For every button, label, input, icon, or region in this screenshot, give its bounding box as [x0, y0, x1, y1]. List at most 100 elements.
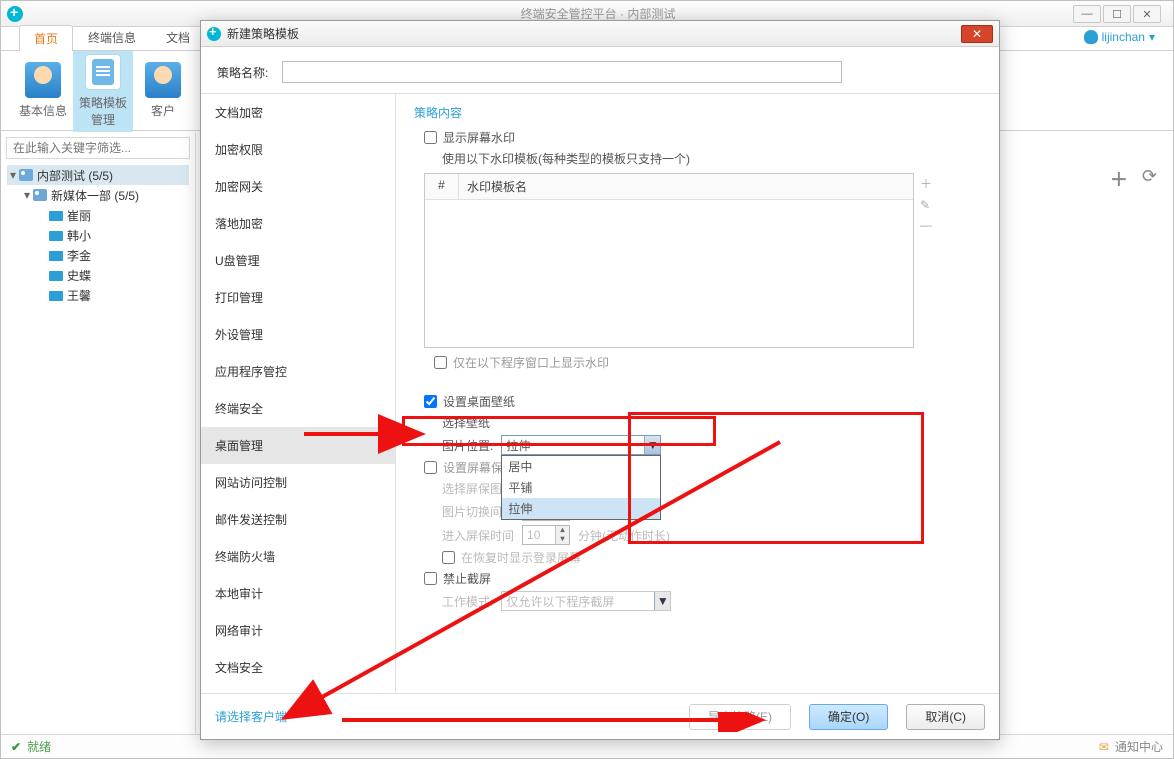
image-position-option[interactable]: 拉伸	[502, 498, 660, 519]
user-menu[interactable]: lijinchan ▾	[1084, 30, 1155, 44]
collapse-icon[interactable]: ▾	[21, 188, 33, 202]
tree-leaf-label: 崔丽	[67, 207, 91, 224]
tree-leaf[interactable]: 王馨	[7, 285, 189, 305]
category-item[interactable]: 应用程序管控	[201, 353, 395, 390]
tree-leaf-label: 李金	[67, 247, 91, 264]
refresh-icon[interactable]: ⟳	[1142, 166, 1157, 192]
cancel-button[interactable]: 取消(C)	[906, 704, 985, 730]
show-login-checkbox[interactable]	[442, 551, 455, 564]
image-position-select[interactable]: 拉伸 ▼ 居中 平铺 拉伸	[501, 435, 661, 455]
wm-col-num: #	[425, 174, 459, 199]
pc-icon	[49, 291, 63, 301]
image-position-option[interactable]: 居中	[502, 456, 660, 477]
category-item[interactable]: 落地加密	[201, 205, 395, 242]
category-item[interactable]: 审批流程	[201, 686, 395, 693]
group-icon	[19, 169, 33, 181]
policy-name-input[interactable]	[282, 61, 842, 83]
category-item[interactable]: 本地审计	[201, 575, 395, 612]
ok-button[interactable]: 确定(O)	[809, 704, 888, 730]
maximize-button[interactable]: ☐	[1103, 5, 1131, 23]
tree-leaf-label: 韩小	[67, 227, 91, 244]
forbid-screenshot-checkbox[interactable]	[424, 572, 437, 585]
category-item[interactable]: 文档加密	[201, 94, 395, 131]
category-item[interactable]: U盘管理	[201, 242, 395, 279]
collapse-icon[interactable]: ▾	[7, 168, 19, 182]
category-list: 文档加密加密权限加密网关落地加密U盘管理打印管理外设管理应用程序管控终端安全桌面…	[201, 94, 396, 693]
work-mode-select[interactable]: 仅允许以下程序截屏 ▼	[501, 591, 671, 611]
new-policy-dialog: 新建策略模板 ✕ 策略名称: 文档加密加密权限加密网关落地加密U盘管理打印管理外…	[200, 20, 1000, 740]
show-watermark-label: 显示屏幕水印	[443, 129, 515, 146]
wm-edit-icon[interactable]: ✎	[920, 198, 932, 212]
export-button[interactable]: 导出策略(E)	[689, 704, 791, 730]
category-item[interactable]: 加密网关	[201, 168, 395, 205]
category-item[interactable]: 打印管理	[201, 279, 395, 316]
enter-time-stepper[interactable]: 10▴▾	[522, 525, 570, 545]
status-text: 就绪	[27, 738, 51, 755]
wm-add-icon[interactable]: ＋	[920, 175, 932, 192]
category-item[interactable]: 外设管理	[201, 316, 395, 353]
right-toolbar: ＋ ⟳	[1110, 166, 1157, 192]
pc-icon	[49, 211, 63, 221]
only-window-checkbox[interactable]	[434, 356, 447, 369]
pc-icon	[49, 251, 63, 261]
wm-delete-icon[interactable]: —	[920, 218, 932, 232]
set-screensaver-checkbox[interactable]	[424, 461, 437, 474]
tree-group[interactable]: ▾ 新媒体一部 (5/5)	[7, 185, 189, 205]
watermark-hint: 使用以下水印模板(每种类型的模板只支持一个)	[442, 150, 981, 167]
policy-name-label: 策略名称:	[217, 64, 268, 81]
ribbon-policy-template[interactable]: 策略模板管理	[73, 50, 133, 132]
wm-col-name: 水印模板名	[459, 174, 535, 199]
policy-content-panel: 策略内容 显示屏幕水印 使用以下水印模板(每种类型的模板只支持一个) # 水印模…	[396, 94, 999, 693]
category-item[interactable]: 文档安全	[201, 649, 395, 686]
show-login-label: 在恢复时显示登录屏幕	[461, 549, 581, 566]
pc-icon	[49, 271, 63, 281]
dialog-titlebar: 新建策略模板 ✕	[201, 21, 999, 47]
ribbon-basic-info[interactable]: 基本信息	[13, 58, 73, 123]
work-mode-label: 工作模式:	[442, 593, 493, 610]
notification-center[interactable]: ✉ 通知中心	[1099, 738, 1163, 755]
work-mode-value: 仅允许以下程序截屏	[506, 593, 614, 610]
avatar-icon	[1084, 30, 1098, 44]
person-icon	[25, 62, 61, 98]
dialog-close-button[interactable]: ✕	[961, 25, 993, 43]
category-item[interactable]: 邮件发送控制	[201, 501, 395, 538]
tree-leaf[interactable]: 李金	[7, 245, 189, 265]
image-position-label: 图片位置:	[442, 437, 493, 454]
category-item[interactable]: 网站访问控制	[201, 464, 395, 501]
ribbon-client[interactable]: 客户	[133, 58, 193, 123]
category-item[interactable]: 加密权限	[201, 131, 395, 168]
chevron-down-icon: ▾	[1149, 30, 1155, 44]
minimize-button[interactable]: —	[1073, 5, 1101, 23]
category-item[interactable]: 终端防火墙	[201, 538, 395, 575]
chevron-down-icon: ▼	[654, 592, 670, 610]
tree-root[interactable]: ▾ 内部测试 (5/5)	[7, 165, 189, 185]
category-item[interactable]: 桌面管理	[201, 427, 395, 464]
add-icon[interactable]: ＋	[1110, 166, 1128, 192]
tab-home[interactable]: 首页	[19, 25, 73, 51]
tab-doc[interactable]: 文档	[151, 24, 205, 50]
show-watermark-checkbox[interactable]	[424, 131, 437, 144]
category-item[interactable]: 终端安全	[201, 390, 395, 427]
select-client-link[interactable]: 请选择客户端	[215, 708, 287, 725]
ribbon-basic-label: 基本信息	[17, 102, 69, 119]
set-wallpaper-checkbox[interactable]	[424, 395, 437, 408]
category-item[interactable]: 网络审计	[201, 612, 395, 649]
tree-filter-input[interactable]	[6, 137, 190, 159]
close-button[interactable]: ✕	[1133, 5, 1161, 23]
pc-icon	[49, 231, 63, 241]
image-position-dropdown: 居中 平铺 拉伸	[501, 455, 661, 520]
tree-leaf[interactable]: 史蝶	[7, 265, 189, 285]
tree-leaf[interactable]: 崔丽	[7, 205, 189, 225]
content-title: 策略内容	[414, 104, 981, 121]
tree-leaf-label: 史蝶	[67, 267, 91, 284]
tree-group-label: 新媒体一部 (5/5)	[51, 187, 139, 204]
dialog-body: 文档加密加密权限加密网关落地加密U盘管理打印管理外设管理应用程序管控终端安全桌面…	[201, 93, 999, 693]
tree-leaf[interactable]: 韩小	[7, 225, 189, 245]
image-position-option[interactable]: 平铺	[502, 477, 660, 498]
window-controls: — ☐ ✕	[1073, 5, 1161, 23]
chevron-down-icon: ▼	[644, 436, 660, 454]
enter-time-label: 进入屏保时间	[442, 527, 514, 544]
dialog-icon	[207, 27, 221, 41]
tab-terminal[interactable]: 终端信息	[73, 24, 151, 50]
down-icon[interactable]: ▾	[555, 535, 569, 544]
